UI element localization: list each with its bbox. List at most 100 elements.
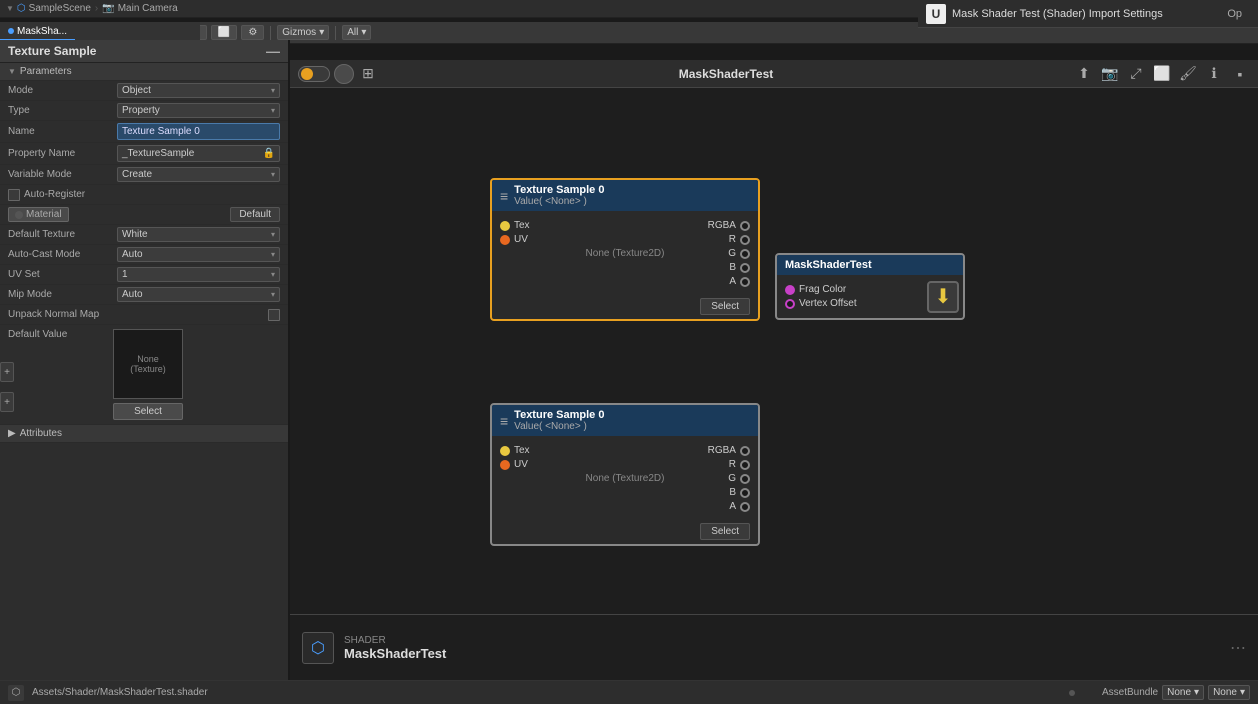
variable-mode-dropdown[interactable]: Create ▾ — [117, 167, 280, 182]
op-button[interactable]: Op — [1219, 4, 1250, 24]
select-node-btn-1[interactable]: Select — [700, 298, 750, 315]
type-row: Type Property ▾ — [0, 101, 288, 121]
toggle-knob — [301, 68, 313, 80]
auto-register-checkbox[interactable] — [8, 189, 20, 201]
uv-port-2: UV — [500, 459, 583, 470]
attributes-label: Attributes — [20, 428, 62, 439]
type-label: Type — [8, 105, 113, 116]
mode-value: Object — [122, 85, 151, 96]
auto-cast-row: Auto-Cast Mode Auto ▾ — [0, 245, 288, 265]
node-subtitle-1: Value( <None> ) — [514, 196, 604, 207]
ab-none-value2: None — [1213, 687, 1237, 698]
node-menu-icon-2[interactable]: ≡ — [500, 413, 508, 429]
separator3 — [335, 26, 336, 40]
layout-icon[interactable]: ▪ — [1230, 64, 1250, 84]
material-default-value: Default — [230, 207, 280, 222]
mode-dropdown[interactable]: Object ▾ — [117, 83, 280, 98]
left-expand-top[interactable]: + — [0, 362, 14, 382]
mip-mode-dropdown[interactable]: Auto ▾ — [117, 287, 280, 302]
rgba-label-2: RGBA — [708, 445, 736, 456]
unpack-normal-checkbox[interactable] — [268, 309, 280, 321]
tex-port-label-1: Tex — [514, 220, 530, 231]
grid-btn[interactable]: ⊞ — [358, 64, 378, 84]
progress-dot-1 — [1069, 690, 1075, 696]
mode-chevron-icon: ▾ — [271, 86, 275, 95]
b-circle-1 — [740, 263, 750, 273]
default-texture-value: White — [122, 229, 148, 240]
tab-label: MaskSha... — [17, 26, 67, 37]
node-menu-icon-1[interactable]: ≡ — [500, 188, 508, 204]
r-circle-2 — [740, 460, 750, 470]
left-expand-bottom[interactable]: + — [0, 392, 14, 412]
texture-preview: None(Texture) — [113, 329, 183, 399]
rgba-circle-1 — [740, 221, 750, 231]
type-dropdown[interactable]: Property ▾ — [117, 103, 280, 118]
parameters-section-header[interactable]: ▼ Parameters — [0, 63, 288, 81]
shader-name-label: MaskShaderTest — [344, 646, 446, 661]
select-node-btn-2[interactable]: Select — [700, 523, 750, 540]
a-circle-1 — [740, 277, 750, 287]
asset-bundle-section: AssetBundle None ▾ None ▾ — [1102, 685, 1250, 700]
camera-item: 📷 Main Camera — [102, 3, 177, 14]
rgba-circle-2 — [740, 446, 750, 456]
r-port-1: R — [667, 234, 750, 245]
camera-name[interactable]: Main Camera — [118, 3, 178, 14]
unpack-normal-row: Unpack Normal Map — [0, 305, 288, 325]
asset-bundle-dropdown[interactable]: None ▾ — [1162, 685, 1204, 700]
shader-type-icon: ⬡ — [302, 632, 334, 664]
info-icon[interactable]: ℹ — [1204, 64, 1224, 84]
texture-sample-node-1[interactable]: ≡ Texture Sample 0 Value( <None> ) Tex U… — [490, 178, 760, 321]
auto-cast-dropdown[interactable]: Auto ▾ — [117, 247, 280, 262]
panel-header: Texture Sample — — [0, 40, 288, 63]
tex-port-2: Tex — [500, 445, 583, 456]
paint-icon[interactable]: 🖌 — [1178, 64, 1198, 84]
main-canvas: ⊞ MaskShaderTest ⬆ 📷 ⤢ ⬜ 🖌 ℹ ▪ ≡ Texture… — [290, 60, 1258, 680]
tex-port-circle-2 — [500, 446, 510, 456]
toolbar-all-right[interactable]: All ▾ — [342, 25, 371, 40]
material-toggle-btn[interactable]: Material — [8, 207, 69, 222]
scene-icon: ⬡ — [17, 3, 26, 14]
unity-small-icon: ⬡ — [8, 685, 24, 701]
progress-dots-container — [1069, 689, 1078, 697]
progress-container — [1069, 689, 1078, 697]
default-texture-dropdown[interactable]: White ▾ — [117, 227, 280, 242]
uv-set-value: 1 — [122, 269, 128, 280]
asset-bundle-variant-dropdown[interactable]: None ▾ — [1208, 685, 1250, 700]
share-icon[interactable]: ⬆ — [1074, 64, 1094, 84]
mask-node-body: Frag Color Vertex Offset ⬇ — [777, 275, 963, 318]
variable-mode-value: Create — [122, 169, 152, 180]
scene-name[interactable]: SampleScene — [29, 3, 91, 14]
type-chevron-icon: ▾ — [271, 106, 275, 115]
select-texture-button[interactable]: Select — [113, 403, 183, 420]
minimize-button[interactable]: — — [266, 44, 280, 58]
tex-port-label-2: Tex — [514, 445, 530, 456]
node-subtitle-2: Value( <None> ) — [514, 421, 604, 432]
toggle-button[interactable] — [298, 66, 330, 82]
node-title-1: Texture Sample 0 — [514, 184, 604, 196]
texture-sample-node-2[interactable]: ≡ Texture Sample 0 Value( <None> ) Tex U… — [490, 403, 760, 546]
node-body-2: Tex UV None (Texture2D) RGBA R — [492, 436, 758, 521]
expand-icon[interactable]: ⤢ — [1126, 64, 1146, 84]
bottom-status-bar: ⬡ Assets/Shader/MaskShaderTest.shader As… — [0, 680, 1258, 704]
toolbar-settings[interactable]: ⚙ — [241, 25, 264, 40]
fit-icon[interactable]: ⬜ — [1152, 64, 1172, 84]
attributes-section: ▶ Attributes — [0, 425, 288, 443]
toolbar-stats[interactable]: ⬜ — [211, 25, 237, 40]
camera-icon[interactable]: 📷 — [1100, 64, 1120, 84]
frag-color-port: Frag Color — [785, 284, 923, 295]
name-label: Name — [8, 126, 113, 137]
circle-btn[interactable] — [334, 64, 354, 84]
r-circle-1 — [740, 235, 750, 245]
attributes-header[interactable]: ▶ Attributes — [0, 425, 288, 443]
lock-icon: 🔒 — [263, 148, 275, 159]
mask-shader-node[interactable]: MaskShaderTest Frag Color Vertex Offset … — [775, 253, 965, 320]
tab-bar: MaskSha... — [0, 22, 200, 42]
mip-mode-chevron-icon: ▾ — [271, 290, 275, 299]
uv-set-dropdown[interactable]: 1 ▾ — [117, 267, 280, 282]
tab-masksha[interactable]: MaskSha... — [0, 24, 75, 41]
toolbar-gizmos[interactable]: Gizmos ▾ — [277, 25, 329, 40]
left-panel: Texture Sample — ▼ Parameters Mode Objec… — [0, 40, 290, 684]
import-header: U Mask Shader Test (Shader) Import Setti… — [918, 0, 1258, 28]
default-value-label: Default Value — [8, 329, 113, 340]
name-input[interactable] — [117, 123, 280, 140]
